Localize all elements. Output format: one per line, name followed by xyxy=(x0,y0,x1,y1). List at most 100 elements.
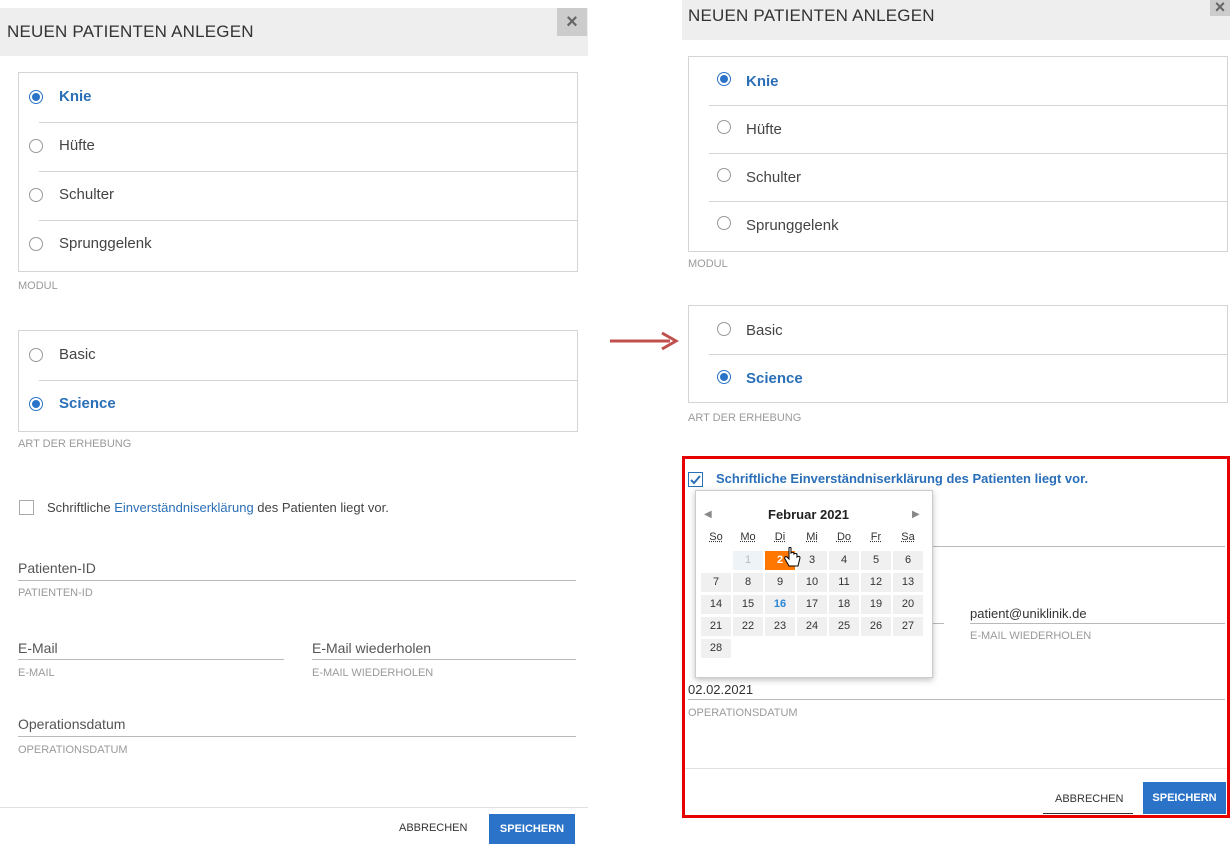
calendar-day[interactable]: 4 xyxy=(829,551,859,570)
radio-icon[interactable] xyxy=(29,139,43,153)
calendar-day[interactable]: 9 xyxy=(765,573,795,592)
radio-icon[interactable] xyxy=(29,237,43,251)
left-modul-caption: MODUL xyxy=(18,280,58,292)
calendar-day[interactable]: 18 xyxy=(829,595,859,614)
consent-link[interactable]: Einverständniserklärung xyxy=(114,500,253,515)
calendar-day[interactable]: 23 xyxy=(765,617,795,636)
radio-selected-icon[interactable] xyxy=(717,370,731,384)
email-repeat-placeholder: E-Mail wiederholen xyxy=(312,640,432,656)
calendar-day[interactable]: 11 xyxy=(829,573,859,592)
radio-icon[interactable] xyxy=(717,120,731,134)
calendar-month-label[interactable]: Februar 2021 xyxy=(768,507,849,522)
calendar-day[interactable]: 27 xyxy=(893,617,923,636)
next-month-button[interactable]: ▶ xyxy=(912,509,920,520)
weekday-header: So xyxy=(709,531,723,543)
calendar-day[interactable]: 19 xyxy=(861,595,891,614)
calendar-day[interactable]: 1 xyxy=(733,551,763,570)
patient-id-placeholder: Patienten-ID xyxy=(18,560,96,576)
right-close-button[interactable]: × xyxy=(1210,0,1230,16)
left-modul-option-huefte[interactable]: Hüfte xyxy=(19,122,577,171)
right-op-date-input[interactable]: 02.02.2021 xyxy=(688,681,1225,700)
right-art-caption: ART DER ERHEBUNG xyxy=(688,412,802,424)
radio-icon[interactable] xyxy=(717,322,731,336)
right-modul-option-sprunggelenk[interactable]: Sprunggelenk xyxy=(689,201,1227,250)
left-modul-option-schulter[interactable]: Schulter xyxy=(19,171,577,220)
email-repeat-value: patient@uniklinik.de xyxy=(970,606,1087,621)
radio-selected-icon[interactable] xyxy=(29,90,43,104)
calendar-day[interactable]: 10 xyxy=(797,573,827,592)
left-art-option-basic[interactable]: Basic xyxy=(19,331,577,380)
calendar-day[interactable]: 16 xyxy=(765,595,795,614)
left-consent-checkbox[interactable] xyxy=(19,500,34,515)
calendar-day[interactable]: 25 xyxy=(829,617,859,636)
left-save-button[interactable]: SPEICHERN xyxy=(489,814,575,844)
right-art-group: Basic Science xyxy=(688,305,1228,403)
calendar-day[interactable]: 6 xyxy=(893,551,923,570)
left-op-date-caption: OPERATIONSDATUM xyxy=(18,744,128,756)
right-modul-option-knie[interactable]: Knie xyxy=(689,57,1227,106)
calendar-day[interactable]: 28 xyxy=(701,639,731,658)
radio-selected-icon[interactable] xyxy=(29,397,43,411)
calendar-day[interactable]: 14 xyxy=(701,595,731,614)
right-consent-checkbox[interactable] xyxy=(688,472,703,487)
weekday-header: Do xyxy=(836,531,852,543)
right-save-button[interactable]: SPEICHERN xyxy=(1143,782,1226,814)
calendar-day[interactable]: 20 xyxy=(893,595,923,614)
left-art-caption: ART DER ERHEBUNG xyxy=(18,438,132,450)
calendar-day[interactable]: 26 xyxy=(861,617,891,636)
left-consent-label: Schriftliche Einverständniserklärung des… xyxy=(47,500,389,515)
right-dialog-title: NEUEN PATIENTEN ANLEGEN xyxy=(688,6,935,25)
calendar-day[interactable]: 13 xyxy=(893,573,923,592)
consent-text-post: des Patienten liegt vor. xyxy=(253,500,389,515)
radio-icon[interactable] xyxy=(29,348,43,362)
left-modul-option-sprunggelenk[interactable]: Sprunggelenk xyxy=(19,220,577,269)
left-patient-id-input[interactable]: Patienten-ID xyxy=(18,560,576,581)
calendar-day[interactable]: 17 xyxy=(797,595,827,614)
right-art-option-science[interactable]: Science xyxy=(689,354,1227,403)
right-cancel-button[interactable]: ABBRECHEN xyxy=(1055,793,1123,805)
right-patient-id-line[interactable] xyxy=(930,546,1225,547)
left-close-button[interactable]: × xyxy=(557,8,587,36)
calendar-day[interactable]: 12 xyxy=(861,573,891,592)
right-email-repeat-input[interactable]: patient@uniklinik.de xyxy=(970,605,1225,624)
right-modul-option-schulter[interactable]: Schulter xyxy=(689,153,1227,202)
right-consent-label: Schriftliche Einverständniserklärung des… xyxy=(716,471,1089,486)
calendar-day[interactable]: 22 xyxy=(733,617,763,636)
right-modul-option-huefte[interactable]: Hüfte xyxy=(689,105,1227,154)
right-modul-group: Knie Hüfte Schulter Sprunggelenk xyxy=(688,56,1228,252)
right-footer-divider xyxy=(685,768,1227,769)
calendar-day[interactable]: 8 xyxy=(733,573,763,592)
left-modul-group: Knie Hüfte Schulter Sprunggelenk xyxy=(18,72,578,272)
calendar-day[interactable]: 5 xyxy=(861,551,891,570)
calendar-day[interactable]: 7 xyxy=(701,573,731,592)
radio-icon[interactable] xyxy=(29,188,43,202)
op-date-placeholder: Operationsdatum xyxy=(18,716,126,732)
left-email-input[interactable]: E-Mail xyxy=(18,640,284,660)
option-label: Hüfte xyxy=(59,137,95,154)
right-modul-caption: MODUL xyxy=(688,258,728,270)
radio-selected-icon[interactable] xyxy=(717,72,731,86)
right-email-repeat-caption: E-MAIL WIEDERHOLEN xyxy=(970,630,1092,642)
left-email-repeat-input[interactable]: E-Mail wiederholen xyxy=(312,640,576,660)
left-patient-id-caption: PATIENTEN-ID xyxy=(18,587,93,599)
calendar-day[interactable]: 21 xyxy=(701,617,731,636)
prev-month-button[interactable]: ◀ xyxy=(704,509,712,520)
radio-icon[interactable] xyxy=(717,168,731,182)
left-email-repeat-caption: E-MAIL WIEDERHOLEN xyxy=(312,667,434,679)
radio-icon[interactable] xyxy=(717,216,731,230)
right-art-option-basic[interactable]: Basic xyxy=(689,306,1227,355)
left-art-option-science[interactable]: Science xyxy=(19,380,577,429)
left-modul-option-knie[interactable]: Knie xyxy=(19,73,577,122)
left-op-date-input[interactable]: Operationsdatum xyxy=(18,716,576,737)
calendar-day[interactable]: 24 xyxy=(797,617,827,636)
option-label: Hüfte xyxy=(746,121,782,138)
calendar-day[interactable]: 15 xyxy=(733,595,763,614)
op-date-value: 02.02.2021 xyxy=(688,682,754,697)
left-footer-divider xyxy=(0,807,588,808)
option-label: Science xyxy=(59,395,116,412)
left-cancel-button[interactable]: ABBRECHEN xyxy=(399,822,467,834)
calendar-day-empty xyxy=(701,551,731,570)
weekday-header: Mi xyxy=(806,531,818,543)
checkmark-icon xyxy=(690,475,701,485)
option-label: Sprunggelenk xyxy=(59,235,152,252)
